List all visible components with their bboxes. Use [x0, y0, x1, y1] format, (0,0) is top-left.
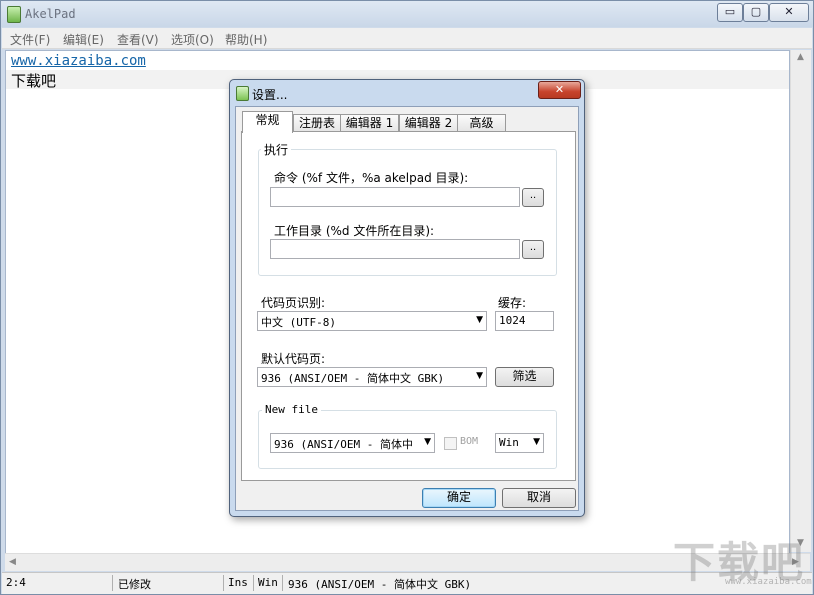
- workdir-input[interactable]: [270, 239, 520, 259]
- default-codepage-label: 默认代码页:: [261, 350, 325, 367]
- scroll-up-icon[interactable]: ▲: [797, 52, 804, 62]
- status-divider: [112, 575, 113, 591]
- minimize-icon: ▭: [725, 5, 735, 18]
- window-title: AkelPad: [25, 7, 76, 21]
- dialog-icon: [236, 86, 249, 101]
- status-modified: 已修改: [118, 576, 151, 592]
- status-ins: Ins: [228, 576, 248, 589]
- scroll-left-icon[interactable]: ◀: [9, 557, 16, 567]
- tab-general[interactable]: 常规: [242, 111, 293, 133]
- tab-advanced[interactable]: 高级: [457, 114, 506, 132]
- tab-editor-2[interactable]: 编辑器 2: [399, 114, 458, 132]
- menu-help[interactable]: 帮助(H): [225, 31, 267, 48]
- codepage-detect-label: 代码页识别:: [261, 294, 325, 311]
- command-browse-button[interactable]: ..: [522, 188, 544, 207]
- maximize-button[interactable]: ▢: [743, 3, 769, 22]
- dialog-body: 常规 注册表 编辑器 1 编辑器 2 高级 执行 命令 (%f 文件，%a ak…: [235, 106, 579, 511]
- watermark-logo: 下载吧 www.xiazaiba.com: [673, 529, 813, 591]
- chevron-down-icon: ▼: [476, 315, 483, 325]
- newline-value: Win: [499, 436, 519, 449]
- minimize-button[interactable]: ▭: [717, 3, 743, 22]
- default-codepage-select[interactable]: 936 (ANSI/OEM - 简体中文 GBK) ▼: [257, 367, 487, 387]
- watermark-url: www.xiazaiba.com: [725, 577, 812, 587]
- status-newline: Win: [258, 576, 278, 589]
- tab-panel-general: 执行 命令 (%f 文件，%a akelpad 目录): .. 工作目录 (%d…: [241, 131, 576, 481]
- menu-options[interactable]: 选项(O): [171, 31, 214, 48]
- exec-group-label: 执行: [261, 141, 291, 158]
- status-divider: [223, 575, 224, 591]
- cancel-button[interactable]: 取消: [502, 488, 576, 508]
- cache-value: 1024: [499, 314, 526, 327]
- cache-label: 缓存:: [498, 294, 526, 311]
- newfile-codepage-select[interactable]: 936 (ANSI/OEM - 简体中 ▼: [270, 433, 435, 453]
- default-codepage-value: 936 (ANSI/OEM - 简体中文 GBK): [261, 370, 444, 386]
- codepage-detect-select[interactable]: 中文 (UTF-8) ▼: [257, 311, 487, 331]
- close-icon: ✕: [784, 5, 793, 18]
- menu-file[interactable]: 文件(F): [10, 31, 50, 48]
- chevron-down-icon: ▼: [476, 371, 483, 381]
- command-input[interactable]: [270, 187, 520, 207]
- ok-button[interactable]: 确定: [422, 488, 496, 508]
- status-codepage: 936 (ANSI/OEM - 简体中文 GBK): [288, 576, 471, 592]
- chevron-down-icon: ▼: [424, 437, 431, 447]
- maximize-icon: ▢: [751, 5, 761, 18]
- status-position: 2:4: [6, 576, 26, 589]
- filter-button[interactable]: 筛选: [495, 367, 554, 387]
- newfile-codepage-value: 936 (ANSI/OEM - 简体中: [274, 436, 414, 452]
- menu-bar: 文件(F) 编辑(E) 查看(V) 选项(O) 帮助(H): [2, 28, 812, 49]
- menu-view[interactable]: 查看(V): [117, 31, 159, 48]
- menu-edit[interactable]: 编辑(E): [63, 31, 104, 48]
- bom-label: BOM: [460, 436, 478, 447]
- editor-line-text: 下载吧: [11, 70, 56, 91]
- status-divider: [282, 575, 283, 591]
- newline-select[interactable]: Win ▼: [495, 433, 544, 453]
- tab-registry[interactable]: 注册表: [293, 114, 341, 132]
- close-icon: ✕: [555, 83, 564, 96]
- bom-checkbox[interactable]: [444, 437, 457, 450]
- workdir-label: 工作目录 (%d 文件所在目录):: [274, 222, 434, 239]
- codepage-detect-value: 中文 (UTF-8): [261, 314, 336, 330]
- command-label: 命令 (%f 文件，%a akelpad 目录):: [274, 169, 468, 186]
- title-bar[interactable]: AkelPad ▭ ▢ ✕: [1, 1, 813, 27]
- dialog-title: 设置...: [252, 86, 287, 103]
- close-button[interactable]: ✕: [769, 3, 809, 22]
- editor-line-url[interactable]: www.xiazaiba.com: [11, 53, 146, 69]
- chevron-down-icon: ▼: [533, 437, 540, 447]
- akelpad-icon: [7, 6, 21, 23]
- status-divider: [253, 575, 254, 591]
- dialog-close-button[interactable]: ✕: [538, 81, 581, 99]
- settings-dialog: 设置... ✕ 常规 注册表 编辑器 1 编辑器 2 高级 执行 命令 (%f …: [229, 79, 585, 517]
- tab-editor-1[interactable]: 编辑器 1: [340, 114, 399, 132]
- newfile-group-label: New file: [262, 403, 321, 416]
- workdir-browse-button[interactable]: ..: [522, 240, 544, 259]
- vertical-scrollbar[interactable]: ▲ ▼: [790, 50, 811, 552]
- cache-input[interactable]: 1024: [495, 311, 554, 331]
